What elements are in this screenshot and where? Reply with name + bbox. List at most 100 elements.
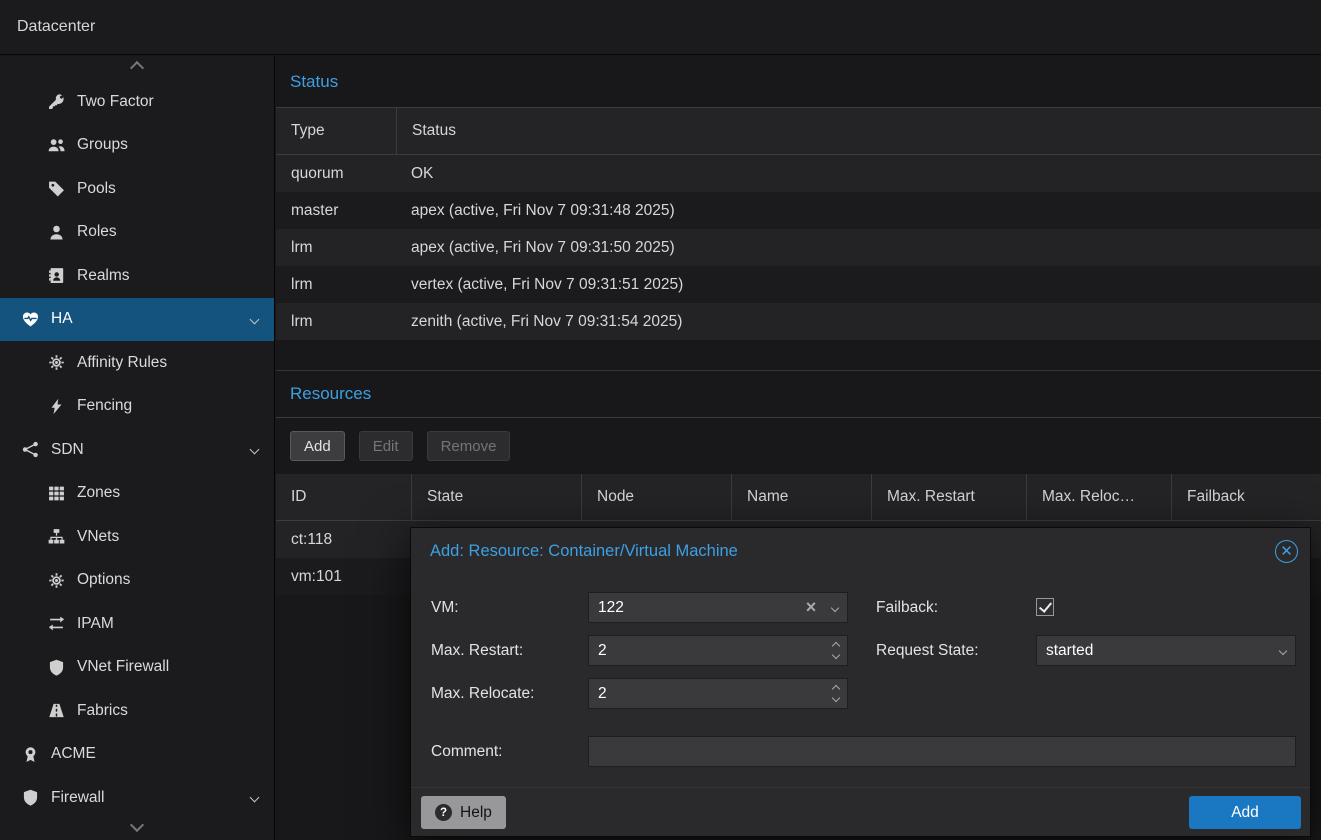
sidebar-scroll-down[interactable] — [0, 810, 273, 840]
max-restart-input[interactable] — [589, 636, 825, 665]
spinner-down-icon[interactable] — [832, 651, 840, 659]
page-title: Datacenter — [17, 18, 95, 36]
sidebar-item-vnet-firewall[interactable]: VNet Firewall — [0, 646, 274, 690]
sidebar: Two Factor Groups Pools Roles Realms — [0, 56, 275, 840]
road-icon — [48, 702, 65, 719]
sidebar-item-options[interactable]: Options — [0, 559, 274, 603]
spinner-buttons[interactable] — [825, 636, 847, 665]
failback-checkbox[interactable] — [1036, 598, 1054, 616]
add-button[interactable]: Add — [290, 431, 345, 461]
sidebar-item-label: Zones — [77, 484, 120, 502]
chevron-down-icon[interactable] — [251, 446, 266, 453]
chevron-down-icon — [129, 818, 143, 832]
sidebar-item-label: Fabrics — [77, 702, 128, 720]
cell-type: lrm — [276, 239, 396, 257]
users-icon — [48, 137, 65, 154]
sidebar-item-fabrics[interactable]: Fabrics — [0, 689, 274, 733]
certificate-icon — [22, 746, 39, 763]
shield-icon — [22, 789, 39, 806]
sidebar-item-label: Options — [77, 571, 130, 589]
dialog-add-button[interactable]: Add — [1189, 796, 1301, 829]
comment-label: Comment: — [431, 736, 503, 767]
sidebar-item-vnets[interactable]: VNets — [0, 515, 274, 559]
table-row[interactable]: quorum OK — [276, 155, 1321, 192]
vm-input[interactable] — [589, 593, 799, 622]
column-header-type[interactable]: Type — [276, 108, 396, 154]
max-relocate-input[interactable] — [589, 679, 825, 708]
spinner-down-icon[interactable] — [832, 694, 840, 702]
sidebar-item-sdn[interactable]: SDN — [0, 428, 274, 472]
sidebar-item-affinity-rules[interactable]: Affinity Rules — [0, 341, 274, 385]
sidebar-item-groups[interactable]: Groups — [0, 124, 274, 168]
sidebar-item-zones[interactable]: Zones — [0, 472, 274, 516]
help-icon: ? — [435, 804, 452, 821]
sidebar-item-realms[interactable]: Realms — [0, 254, 274, 298]
column-header-state[interactable]: State — [411, 474, 581, 520]
cell-status: vertex (active, Fri Nov 7 09:31:51 2025) — [396, 276, 1321, 294]
chevron-up-icon — [130, 61, 144, 75]
sidebar-scroll-up[interactable] — [0, 56, 274, 80]
comment-input[interactable] — [589, 737, 1295, 766]
sidebar-item-ipam[interactable]: IPAM — [0, 602, 274, 646]
spinner-up-icon[interactable] — [832, 642, 840, 650]
shield-icon — [48, 659, 65, 676]
spinner-buttons[interactable] — [825, 679, 847, 708]
column-header-status[interactable]: Status — [396, 108, 1321, 154]
close-icon[interactable]: ✕ — [1275, 540, 1298, 563]
request-state-value: started — [1046, 642, 1093, 660]
dialog-footer: ? Help Add — [411, 787, 1310, 836]
column-header-node[interactable]: Node — [581, 474, 731, 520]
resources-toolbar: Add Edit Remove — [276, 418, 1321, 474]
column-header-max-restart[interactable]: Max. Restart — [871, 474, 1026, 520]
dialog-title: Add: Resource: Container/Virtual Machine — [430, 542, 738, 561]
table-row[interactable]: lrm zenith (active, Fri Nov 7 09:31:54 2… — [276, 303, 1321, 340]
proxmox-datacenter-screen: Datacenter Two Factor Groups Pools — [0, 0, 1321, 840]
cell-status: OK — [396, 165, 1321, 183]
sidebar-item-label: ACME — [51, 745, 96, 763]
sidebar-item-label: Roles — [77, 223, 117, 241]
comment-field — [588, 736, 1296, 767]
tag-icon — [48, 180, 65, 197]
sidebar-item-label: SDN — [51, 441, 84, 459]
sidebar-item-acme[interactable]: ACME — [0, 733, 274, 777]
sidebar-item-fencing[interactable]: Fencing — [0, 385, 274, 429]
heartbeat-icon — [22, 311, 39, 328]
table-row[interactable]: lrm apex (active, Fri Nov 7 09:31:50 202… — [276, 229, 1321, 266]
cell-type: quorum — [276, 165, 396, 183]
sidebar-item-pools[interactable]: Pools — [0, 167, 274, 211]
key-icon — [48, 93, 65, 110]
sidebar-item-label: VNets — [77, 528, 119, 546]
add-resource-dialog: Add: Resource: Container/Virtual Machine… — [410, 527, 1311, 837]
help-button[interactable]: ? Help — [421, 796, 506, 829]
sidebar-item-ha[interactable]: HA — [0, 298, 274, 342]
chevron-down-icon[interactable] — [823, 593, 847, 622]
exchange-icon — [48, 615, 65, 632]
sidebar-item-two-factor[interactable]: Two Factor — [0, 80, 274, 124]
sidebar-item-label: Fencing — [77, 397, 132, 415]
sidebar-item-roles[interactable]: Roles — [0, 211, 274, 255]
request-state-label: Request State: — [876, 635, 979, 666]
help-button-label: Help — [460, 804, 492, 822]
cell-status: zenith (active, Fri Nov 7 09:31:54 2025) — [396, 313, 1321, 331]
chevron-down-icon[interactable] — [251, 794, 266, 801]
table-row[interactable]: lrm vertex (active, Fri Nov 7 09:31:51 2… — [276, 266, 1321, 303]
request-state-select[interactable]: started — [1036, 635, 1296, 666]
dialog-titlebar[interactable]: Add: Resource: Container/Virtual Machine… — [411, 528, 1310, 574]
column-header-failback[interactable]: Failback — [1171, 474, 1321, 520]
cell-type: lrm — [276, 313, 396, 331]
grid-icon — [48, 485, 65, 502]
chevron-down-icon — [1271, 636, 1295, 665]
cell-type: lrm — [276, 276, 396, 294]
column-header-name[interactable]: Name — [731, 474, 871, 520]
column-header-id[interactable]: ID — [276, 474, 411, 520]
table-row[interactable]: master apex (active, Fri Nov 7 09:31:48 … — [276, 192, 1321, 229]
vm-label: VM: — [431, 592, 459, 623]
user-icon — [48, 224, 65, 241]
column-header-max-relocate[interactable]: Max. Reloc… — [1026, 474, 1171, 520]
spinner-up-icon[interactable] — [832, 685, 840, 693]
cell-id: vm:101 — [276, 568, 411, 586]
clear-icon[interactable]: × — [799, 593, 823, 622]
sidebar-item-label: Pools — [77, 180, 116, 198]
sidebar-item-label: Realms — [77, 267, 130, 285]
chevron-down-icon[interactable] — [251, 316, 266, 323]
